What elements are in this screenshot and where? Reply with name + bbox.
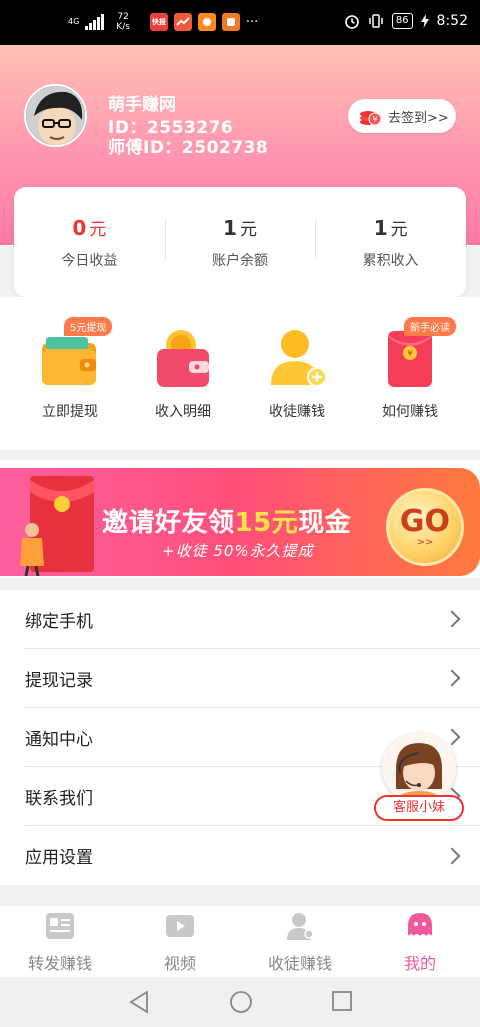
- checkin-label: 去签到>>: [388, 110, 449, 126]
- clock: 8:52: [436, 13, 468, 29]
- checkin-button[interactable]: ¥ 去签到>>: [348, 99, 456, 133]
- action-label: 收徒赚钱: [269, 404, 325, 420]
- app-icon-3: [197, 13, 216, 31]
- status-left: 4G 72 K/s 快报 ···: [68, 12, 258, 32]
- stat-value: 0元: [72, 215, 107, 240]
- coins-icon: ¥: [360, 111, 382, 126]
- tab-share-earn[interactable]: 转发赚钱: [0, 906, 120, 977]
- banner-title: 邀请好友领15元现金: [102, 508, 352, 538]
- go-button[interactable]: GO >>: [386, 488, 464, 566]
- tab-label: 视频: [163, 954, 196, 973]
- speed-value: 72: [117, 12, 129, 22]
- status-bar: 4G 72 K/s 快报 ··· 86 8:52: [0, 0, 480, 45]
- network-label: 4G: [68, 17, 80, 26]
- signal-icon: [85, 14, 105, 30]
- action-label: 如何赚钱: [382, 404, 438, 420]
- tab-label: 转发赚钱: [27, 954, 92, 973]
- app-icon-1: 快报: [149, 13, 168, 31]
- alarm-icon: [345, 15, 359, 29]
- more-notifications-icon: ···: [245, 14, 259, 30]
- recents-icon[interactable]: [331, 990, 353, 1012]
- go-arrow: >>: [416, 536, 434, 548]
- tab-mine[interactable]: 我的: [360, 906, 480, 977]
- share-icon: [46, 913, 74, 939]
- app-icon-4: [221, 13, 240, 31]
- app-icon-2: [173, 13, 192, 31]
- chevron-right-icon: [443, 847, 461, 864]
- master-id: 师傅ID：2502738: [108, 138, 269, 158]
- action-grid: 5元提现 立即提现 收入明细 收徒赚钱 ¥ 新手必读 如何赚钱: [0, 297, 480, 450]
- action-how-to-earn[interactable]: ¥ 新手必读 如何赚钱: [360, 317, 460, 421]
- app-name: 萌手赚网: [108, 95, 176, 115]
- network-speed: 72 K/s: [116, 12, 130, 32]
- home-icon[interactable]: [229, 990, 253, 1014]
- mine-icon: [408, 913, 432, 936]
- earnings-card: 0元 今日收益 1元 账户余额 1元 累积收入: [14, 187, 466, 297]
- support-agent-icon: [382, 733, 456, 803]
- video-icon: [166, 915, 194, 937]
- bottom-tab-bar: 转发赚钱 视频 收徒赚钱 我的: [0, 905, 480, 977]
- add-user-icon: [267, 327, 327, 389]
- menu-label: 通知中心: [25, 729, 93, 750]
- action-badge: 新手必读: [404, 317, 456, 336]
- system-nav-bar: [0, 977, 480, 1027]
- stat-today-earnings[interactable]: 0元 今日收益: [14, 215, 165, 270]
- menu-item-app-settings[interactable]: 应用设置: [25, 826, 480, 885]
- action-label: 收入明细: [155, 404, 211, 420]
- service-label: 客服小妹: [374, 795, 464, 821]
- speed-unit: K/s: [116, 22, 130, 32]
- stat-label: 累积收入: [362, 252, 419, 269]
- stat-label: 账户余额: [212, 252, 268, 269]
- customer-service-button[interactable]: 客服小妹: [374, 733, 466, 823]
- charging-icon: [420, 14, 429, 28]
- stat-total-income[interactable]: 1元 累积收入: [315, 215, 466, 270]
- action-withdraw[interactable]: 5元提现 立即提现: [20, 317, 120, 421]
- stat-balance[interactable]: 1元 账户余额: [164, 215, 316, 270]
- tab-recruit-earn[interactable]: 收徒赚钱: [240, 906, 360, 977]
- action-income-detail[interactable]: 收入明细: [133, 327, 233, 421]
- invite-banner[interactable]: 邀请好友领15元现金 +收徒 50%永久提成 GO >>: [0, 460, 480, 578]
- menu-label: 绑定手机: [25, 611, 93, 632]
- battery-icon: 86: [391, 13, 413, 29]
- red-packet-illustration: [20, 476, 94, 576]
- menu-item-bind-phone[interactable]: 绑定手机: [25, 590, 480, 649]
- svg-text:¥: ¥: [407, 349, 412, 358]
- action-recruit[interactable]: 收徒赚钱: [247, 327, 347, 421]
- stat-value: 1元: [223, 215, 257, 240]
- action-label: 立即提现: [42, 404, 98, 420]
- tab-video[interactable]: 视频: [120, 906, 240, 977]
- menu-label: 应用设置: [25, 848, 93, 868]
- user-icon: [287, 913, 314, 940]
- menu-label: 联系我们: [25, 788, 93, 809]
- coin-wallet-icon: [153, 327, 213, 389]
- chevron-right-icon: [443, 669, 461, 687]
- menu-label: 提现记录: [25, 670, 93, 691]
- network-indicator: 4G: [68, 18, 79, 26]
- tab-label: 我的: [403, 954, 436, 973]
- tab-label: 收徒赚钱: [267, 954, 332, 973]
- status-right: 86 8:52: [344, 13, 468, 29]
- action-badge: 5元提现: [64, 317, 113, 336]
- go-label: GO: [399, 503, 451, 539]
- banner-subtitle: +收徒 50%永久提成: [162, 542, 314, 560]
- chevron-right-icon: [443, 610, 461, 628]
- stat-label: 今日收益: [61, 252, 118, 269]
- red-envelope-icon: ¥: [380, 327, 440, 389]
- stat-value: 1元: [373, 215, 408, 240]
- vibrate-icon: [369, 14, 383, 28]
- banner-background: 邀请好友领15元现金 +收徒 50%永久提成 GO >>: [0, 468, 480, 576]
- svg-text:¥: ¥: [372, 115, 377, 124]
- back-icon[interactable]: [128, 990, 150, 1014]
- avatar[interactable]: [24, 84, 87, 147]
- wallet-icon: [40, 327, 100, 389]
- menu-item-withdraw-records[interactable]: 提现记录: [25, 649, 480, 708]
